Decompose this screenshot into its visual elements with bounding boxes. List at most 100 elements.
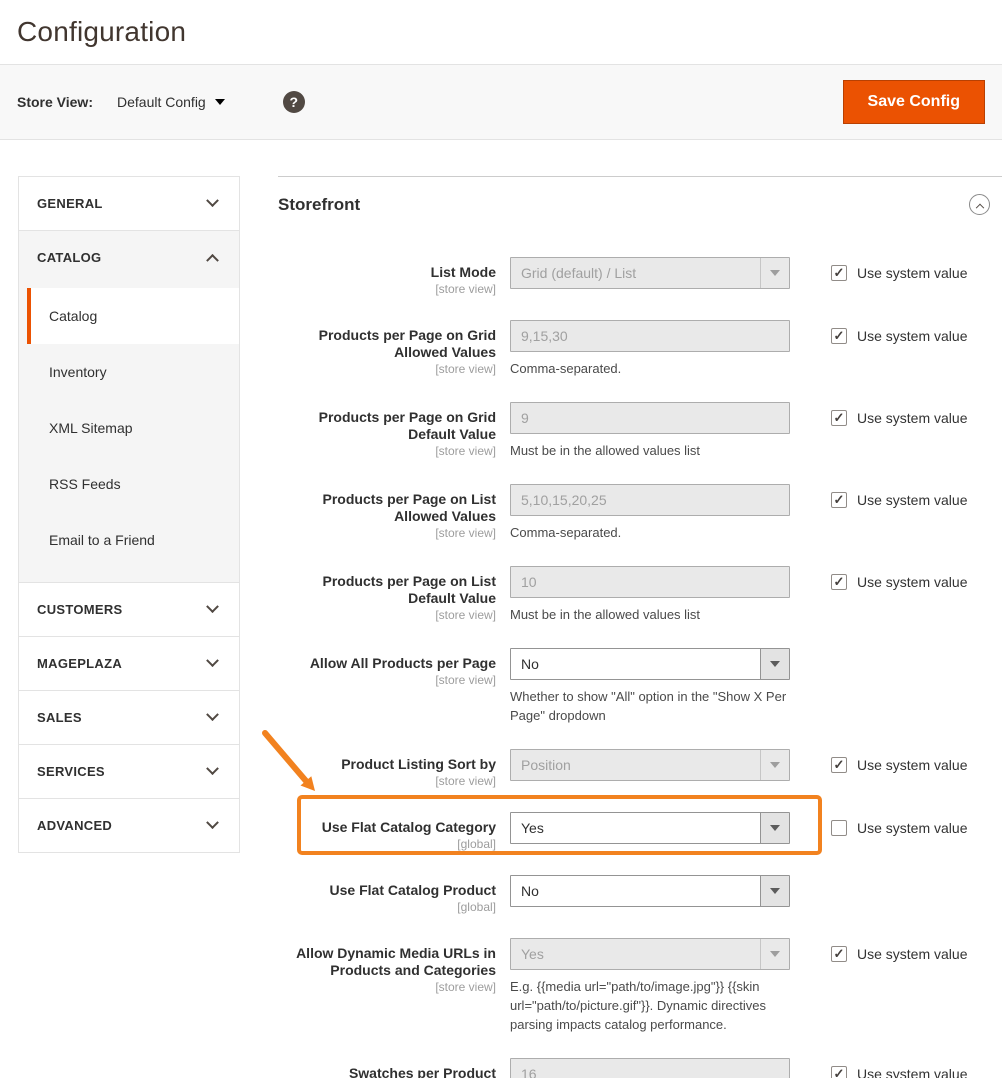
- select-dropdown-button: [760, 939, 789, 969]
- field-row-products-per-page-on-grid-allowed-values: Products per Page on Grid Allowed Values…: [278, 320, 1002, 378]
- products-per-page-on-grid-allowed-values-input: [510, 320, 790, 352]
- field-label: List Mode: [278, 264, 496, 281]
- sidebar-subitem-inventory[interactable]: Inventory: [19, 344, 239, 400]
- products-per-page-on-list-allowed-values-use-system-value-checkbox[interactable]: ✓: [831, 492, 847, 508]
- field-scope: [store view]: [278, 444, 496, 458]
- field-label: Allow Dynamic Media URLs in Products and…: [278, 945, 496, 979]
- field-label: Allow All Products per Page: [278, 655, 496, 672]
- fields-list: List Mode [store view] Grid (default) / …: [278, 257, 1002, 1078]
- use-system-value-label: Use system value: [857, 265, 967, 281]
- sidebar-item-services[interactable]: SERVICES: [19, 745, 239, 798]
- field-scope: [store view]: [278, 980, 496, 994]
- field-label: Products per Page on Grid Default Value: [278, 409, 496, 443]
- use-system-value-group: ✓Use system value: [831, 320, 967, 344]
- allow-all-products-per-page-select[interactable]: No: [510, 648, 790, 680]
- use-flat-catalog-category-select[interactable]: Yes: [510, 812, 790, 844]
- caret-down-icon: [770, 825, 780, 831]
- field-row-swatches-per-product: Swatches per Product [store view] ✓Use s…: [278, 1058, 1002, 1078]
- field-row-use-flat-catalog-product: Use Flat Catalog Product [global] No: [278, 875, 1002, 914]
- field-note: Whether to show "All" option in the "Sho…: [510, 687, 790, 725]
- products-per-page-on-list-default-value-input: [510, 566, 790, 598]
- sidebar-section-customers: CUSTOMERS: [19, 582, 239, 636]
- store-view-value: Default Config: [117, 94, 206, 110]
- select-dropdown-button[interactable]: [760, 649, 789, 679]
- sidebar-subitem-rss-feeds[interactable]: RSS Feeds: [19, 456, 239, 512]
- use-system-value-label: Use system value: [857, 820, 967, 836]
- section-collapse-button[interactable]: [969, 194, 990, 215]
- field-label: Swatches per Product: [278, 1065, 496, 1078]
- store-view-switcher[interactable]: Default Config: [117, 94, 225, 110]
- field-label: Products per Page on List Allowed Values: [278, 491, 496, 525]
- section-title: Storefront: [278, 195, 360, 215]
- product-listing-sort-by-select: Position: [510, 749, 790, 781]
- use-system-value-group: ✓Use system value: [831, 749, 967, 773]
- sidebar-item-general[interactable]: GENERAL: [19, 177, 239, 230]
- select-value: Position: [511, 750, 760, 780]
- sidebar-subitem-catalog[interactable]: Catalog: [27, 288, 239, 344]
- field-scope: [store view]: [278, 282, 496, 296]
- field-label: Products per Page on List Default Value: [278, 573, 496, 607]
- content-area: GENERAL CATALOG CatalogInventoryXML Site…: [0, 176, 1002, 1078]
- swatches-per-product-use-system-value-checkbox[interactable]: ✓: [831, 1066, 847, 1078]
- chevron-up-icon: [206, 254, 219, 267]
- sidebar-item-mageplaza[interactable]: MAGEPLAZA: [19, 637, 239, 690]
- list-mode-select: Grid (default) / List: [510, 257, 790, 289]
- sidebar-item-sales[interactable]: SALES: [19, 691, 239, 744]
- use-flat-catalog-category-use-system-value-checkbox[interactable]: [831, 820, 847, 836]
- use-system-value-label: Use system value: [857, 1066, 967, 1078]
- sidebar-item-catalog[interactable]: CATALOG: [19, 231, 239, 284]
- products-per-page-on-grid-allowed-values-use-system-value-checkbox[interactable]: ✓: [831, 328, 847, 344]
- field-row-use-flat-catalog-category: Use Flat Catalog Category [global] Yes U…: [278, 812, 1002, 851]
- field-note: Comma-separated.: [510, 359, 790, 378]
- chevron-down-icon: [206, 194, 219, 207]
- help-icon[interactable]: ?: [283, 91, 305, 113]
- sidebar-item-customers[interactable]: CUSTOMERS: [19, 583, 239, 636]
- caret-down-icon: [770, 661, 780, 667]
- list-mode-use-system-value-checkbox[interactable]: ✓: [831, 265, 847, 281]
- select-dropdown-button[interactable]: [760, 876, 789, 906]
- field-label: Product Listing Sort by: [278, 756, 496, 773]
- caret-down-icon: [770, 270, 780, 276]
- products-per-page-on-grid-default-value-use-system-value-checkbox[interactable]: ✓: [831, 410, 847, 426]
- caret-down-icon: [770, 762, 780, 768]
- sidebar-section-advanced: ADVANCED: [19, 798, 239, 852]
- chevron-up-icon: [975, 203, 983, 211]
- caret-down-icon: [770, 888, 780, 894]
- field-note: Must be in the allowed values list: [510, 605, 790, 624]
- field-row-product-listing-sort-by: Product Listing Sort by [store view] Pos…: [278, 749, 1002, 788]
- use-system-value-group: ✓ Use system value: [831, 257, 967, 281]
- use-system-value-label: Use system value: [857, 492, 967, 508]
- use-flat-catalog-product-select[interactable]: No: [510, 875, 790, 907]
- use-system-value-group: Use system value: [831, 812, 967, 836]
- section-header: Storefront: [278, 194, 1002, 215]
- field-note: Must be in the allowed values list: [510, 441, 790, 460]
- use-system-value-label: Use system value: [857, 410, 967, 426]
- field-scope: [store view]: [278, 526, 496, 540]
- field-note: E.g. {{media url="path/to/image.jpg"}} {…: [510, 977, 790, 1034]
- chevron-down-icon: [206, 762, 219, 775]
- chevron-down-icon: [206, 708, 219, 721]
- select-dropdown-button[interactable]: [760, 813, 789, 843]
- field-note: Comma-separated.: [510, 523, 790, 542]
- allow-dynamic-media-urls-in-products-and-categories-use-system-value-checkbox[interactable]: ✓: [831, 946, 847, 962]
- select-value: Yes: [511, 813, 760, 843]
- select-value: Grid (default) / List: [511, 258, 760, 288]
- select-value: No: [511, 649, 760, 679]
- config-nav-sidebar: GENERAL CATALOG CatalogInventoryXML Site…: [18, 176, 240, 853]
- sidebar-section-mageplaza: MAGEPLAZA: [19, 636, 239, 690]
- sidebar-subitem-email-to-a-friend[interactable]: Email to a Friend: [19, 512, 239, 568]
- field-row-list-mode: List Mode [store view] Grid (default) / …: [278, 257, 1002, 296]
- product-listing-sort-by-use-system-value-checkbox[interactable]: ✓: [831, 757, 847, 773]
- sidebar-section-catalog: CATALOG CatalogInventoryXML SitemapRSS F…: [19, 230, 239, 582]
- sidebar-item-advanced[interactable]: ADVANCED: [19, 799, 239, 852]
- use-system-value-group: ✓ Use system value: [831, 484, 967, 508]
- select-dropdown-button: [760, 750, 789, 780]
- use-system-value-group: ✓ Use system value: [831, 1058, 967, 1078]
- caret-down-icon: [215, 99, 225, 105]
- products-per-page-on-list-default-value-use-system-value-checkbox[interactable]: ✓: [831, 574, 847, 590]
- sidebar-subitem-xml-sitemap[interactable]: XML Sitemap: [19, 400, 239, 456]
- allow-dynamic-media-urls-in-products-and-categories-select: Yes: [510, 938, 790, 970]
- save-config-button[interactable]: Save Config: [843, 80, 985, 124]
- select-dropdown-button: [760, 258, 789, 288]
- chevron-down-icon: [206, 654, 219, 667]
